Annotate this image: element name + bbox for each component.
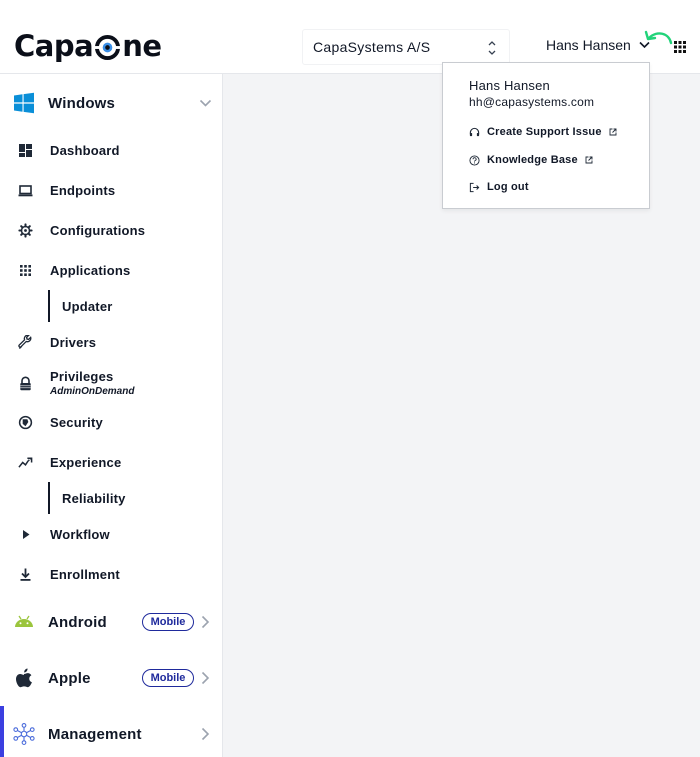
app-window: Capa ne CapaSystems A/S Hans Hansen Wind… [0, 0, 700, 757]
nav-label: Updater [62, 298, 113, 314]
nav-label: Endpoints [50, 182, 116, 198]
laptop-icon [18, 184, 33, 196]
sidebar-item-privileges[interactable]: Privileges AdminOnDemand [0, 364, 222, 400]
sidebar-section-windows[interactable]: Windows [0, 83, 222, 123]
sidebar-item-workflow[interactable]: Workflow [0, 519, 222, 549]
menu-user-email: hh@capasystems.com [469, 95, 595, 109]
nav-label: Workflow [50, 526, 110, 542]
network-hub-icon [13, 723, 35, 745]
sidebar-item-enrollment[interactable]: Enrollment [0, 559, 222, 589]
nav-label: Drivers [50, 334, 97, 350]
play-icon [23, 529, 30, 539]
sidebar-subitem-updater[interactable]: Updater [48, 290, 222, 322]
nav-label: Dashboard [50, 142, 120, 158]
nav-label: Applications [50, 262, 131, 278]
user-menu-dropdown: Hans Hansen hh@capasystems.com Create Su… [442, 62, 650, 209]
chevron-right-icon [201, 671, 210, 685]
capaone-logo[interactable]: Capa ne [14, 28, 162, 64]
tenant-name: CapaSystems A/S [313, 39, 431, 55]
chevron-right-icon [201, 615, 210, 629]
menu-item-create-support-issue[interactable]: Create Support Issue [469, 124, 617, 140]
section-label-management: Management [48, 725, 142, 743]
mobile-badge: Mobile [142, 669, 194, 687]
menu-item-label: Create Support Issue [487, 126, 602, 138]
sidebar-item-experience[interactable]: Experience [0, 447, 222, 477]
updown-chevron-icon [488, 41, 496, 55]
wrench-icon [18, 334, 32, 349]
menu-user-name: Hans Hansen [469, 78, 550, 93]
gear-icon [18, 222, 33, 238]
section-label-android: Android [48, 613, 107, 631]
question-circle-icon [469, 154, 480, 166]
trend-icon [18, 457, 33, 468]
logo-text-left: Capa [14, 29, 94, 63]
sidebar-subitem-reliability[interactable]: Reliability [48, 482, 222, 514]
dashboard-icon [19, 143, 32, 157]
menu-item-label: Knowledge Base [487, 154, 578, 166]
apps-grid-icon [20, 264, 31, 276]
download-icon [20, 568, 31, 581]
sidebar-item-endpoints[interactable]: Endpoints [0, 175, 222, 205]
nav-label: Security [50, 414, 103, 430]
menu-item-knowledge-base[interactable]: Knowledge Base [469, 152, 593, 168]
windows-logo-icon [14, 92, 34, 114]
undo-arrow-icon [644, 30, 673, 45]
nav-label: Enrollment [50, 566, 120, 582]
menu-item-log-out[interactable]: Log out [469, 179, 529, 195]
nav-label: Configurations [50, 222, 146, 238]
sidebar-item-configurations[interactable]: Configurations [0, 215, 222, 245]
tenant-selector[interactable]: CapaSystems A/S [302, 29, 510, 65]
sidebar-section-apple[interactable]: Apple Mobile [0, 658, 222, 698]
nav-label: Reliability [62, 490, 126, 506]
section-label-apple: Apple [48, 669, 91, 687]
chevron-down-icon [199, 99, 212, 107]
apple-logo-icon [16, 668, 32, 688]
sidebar-item-security[interactable]: Security [0, 407, 222, 437]
android-logo-icon [15, 615, 33, 627]
sidebar-item-dashboard[interactable]: Dashboard [0, 135, 222, 165]
security-icon [18, 415, 33, 429]
logo-o-icon [95, 34, 121, 60]
lock-icon [20, 376, 31, 391]
logo-text-right: ne [122, 29, 162, 63]
nav-sublabel: AdminOnDemand [50, 386, 135, 397]
nav-label: Privileges [50, 369, 114, 384]
logout-icon [469, 182, 480, 192]
headset-icon [469, 127, 480, 136]
nav-label: Experience [50, 454, 122, 470]
sidebar: Windows Dashboard Endpoints Configuratio… [0, 74, 223, 757]
external-link-icon [609, 128, 617, 136]
user-name: Hans Hansen [546, 37, 631, 53]
mobile-badge: Mobile [142, 613, 194, 631]
menu-item-label: Log out [487, 181, 529, 193]
sidebar-item-applications[interactable]: Applications [0, 255, 222, 285]
app-launcher-grid-icon[interactable] [674, 41, 686, 53]
sidebar-section-android[interactable]: Android Mobile [0, 602, 222, 642]
sidebar-section-management[interactable]: Management [0, 714, 222, 754]
user-menu-button[interactable]: Hans Hansen [546, 37, 650, 53]
sidebar-item-drivers[interactable]: Drivers [0, 327, 222, 357]
chevron-right-icon [201, 727, 210, 741]
external-link-icon [585, 156, 593, 164]
section-label-windows: Windows [48, 94, 116, 112]
